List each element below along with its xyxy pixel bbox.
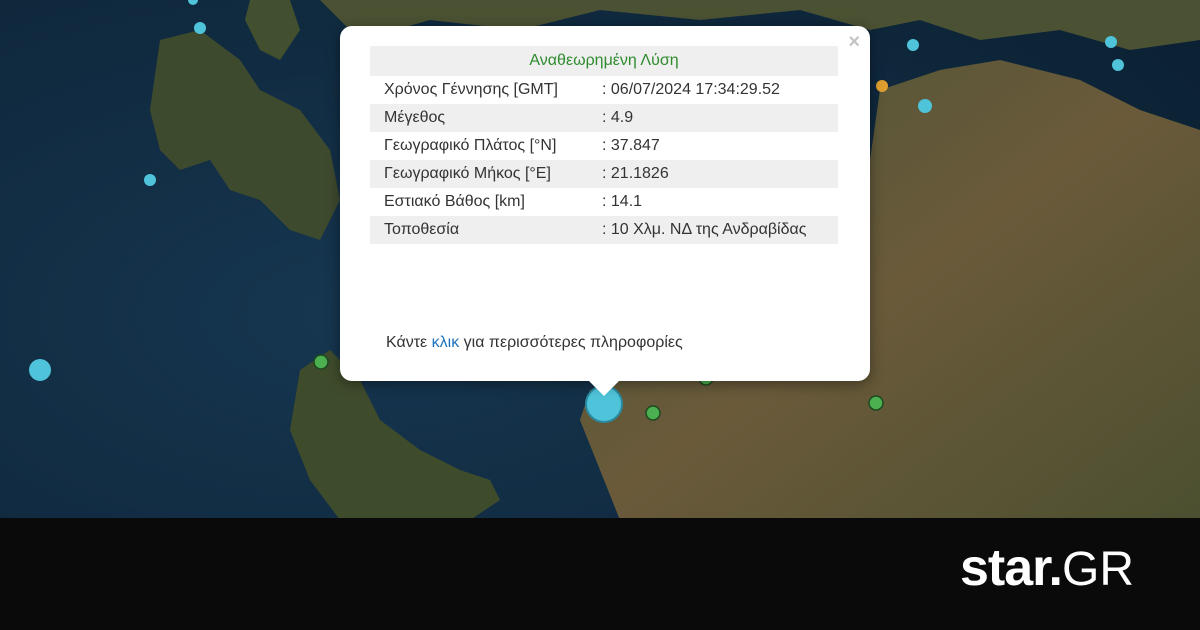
popup-pointer [588,380,620,396]
latitude-label: Γεωγραφικό Πλάτος [°N] [384,137,557,154]
quake-marker[interactable] [918,99,932,113]
star-gr-logo: star.GR [960,540,1134,598]
latitude-value: : 37.847 [602,137,660,154]
magnitude-value: : 4.9 [588,104,838,132]
longitude-value: : 21.1826 [588,160,838,188]
more-info-link[interactable]: κλικ [432,334,460,351]
earthquake-details-table: Αναθεωρημένη Λύση Χρόνος Γέννησης [GMT] … [370,46,838,244]
popup-title: Αναθεωρημένη Λύση [370,46,838,76]
quake-marker[interactable] [144,174,156,186]
more-info-prefix: Κάντε [386,334,428,351]
location-label: Τοποθεσία [370,216,588,244]
quake-marker-green[interactable] [868,395,884,411]
quake-marker-green[interactable] [313,354,329,370]
longitude-label: Γεωγραφικό Μήκος [°E] [370,160,588,188]
location-value: : 10 Χλμ. ΝΔ της Ανδραβίδας [588,216,838,244]
quake-marker-orange[interactable] [876,80,888,92]
close-icon[interactable]: × [848,32,860,52]
depth-value: : 14.1 [602,193,643,210]
more-info-suffix: για περισσότερες πληροφορίες [463,334,683,351]
quake-marker[interactable] [194,22,206,34]
quake-marker[interactable] [1105,36,1117,48]
quake-marker-green[interactable] [645,405,661,421]
quake-marker[interactable] [1112,59,1124,71]
origin-time-label: Χρόνος Γέννησης [GMT] [384,81,558,98]
brand-suffix: GR [1062,543,1134,596]
quake-marker[interactable] [907,39,919,51]
earthquake-info-popup: × Αναθεωρημένη Λύση Χρόνος Γέννησης [GMT… [340,26,870,381]
brand-dot: . [1048,539,1063,597]
quake-marker[interactable] [29,359,51,381]
more-info-line: Κάντε κλικ για περισσότερες πληροφορίες [386,334,683,352]
origin-time-value: : 06/07/2024 17:34:29.52 [602,81,780,98]
brand-name: star [960,539,1050,597]
magnitude-label: Μέγεθος [370,104,588,132]
depth-label: Εστιακό Βάθος [km] [384,193,525,210]
